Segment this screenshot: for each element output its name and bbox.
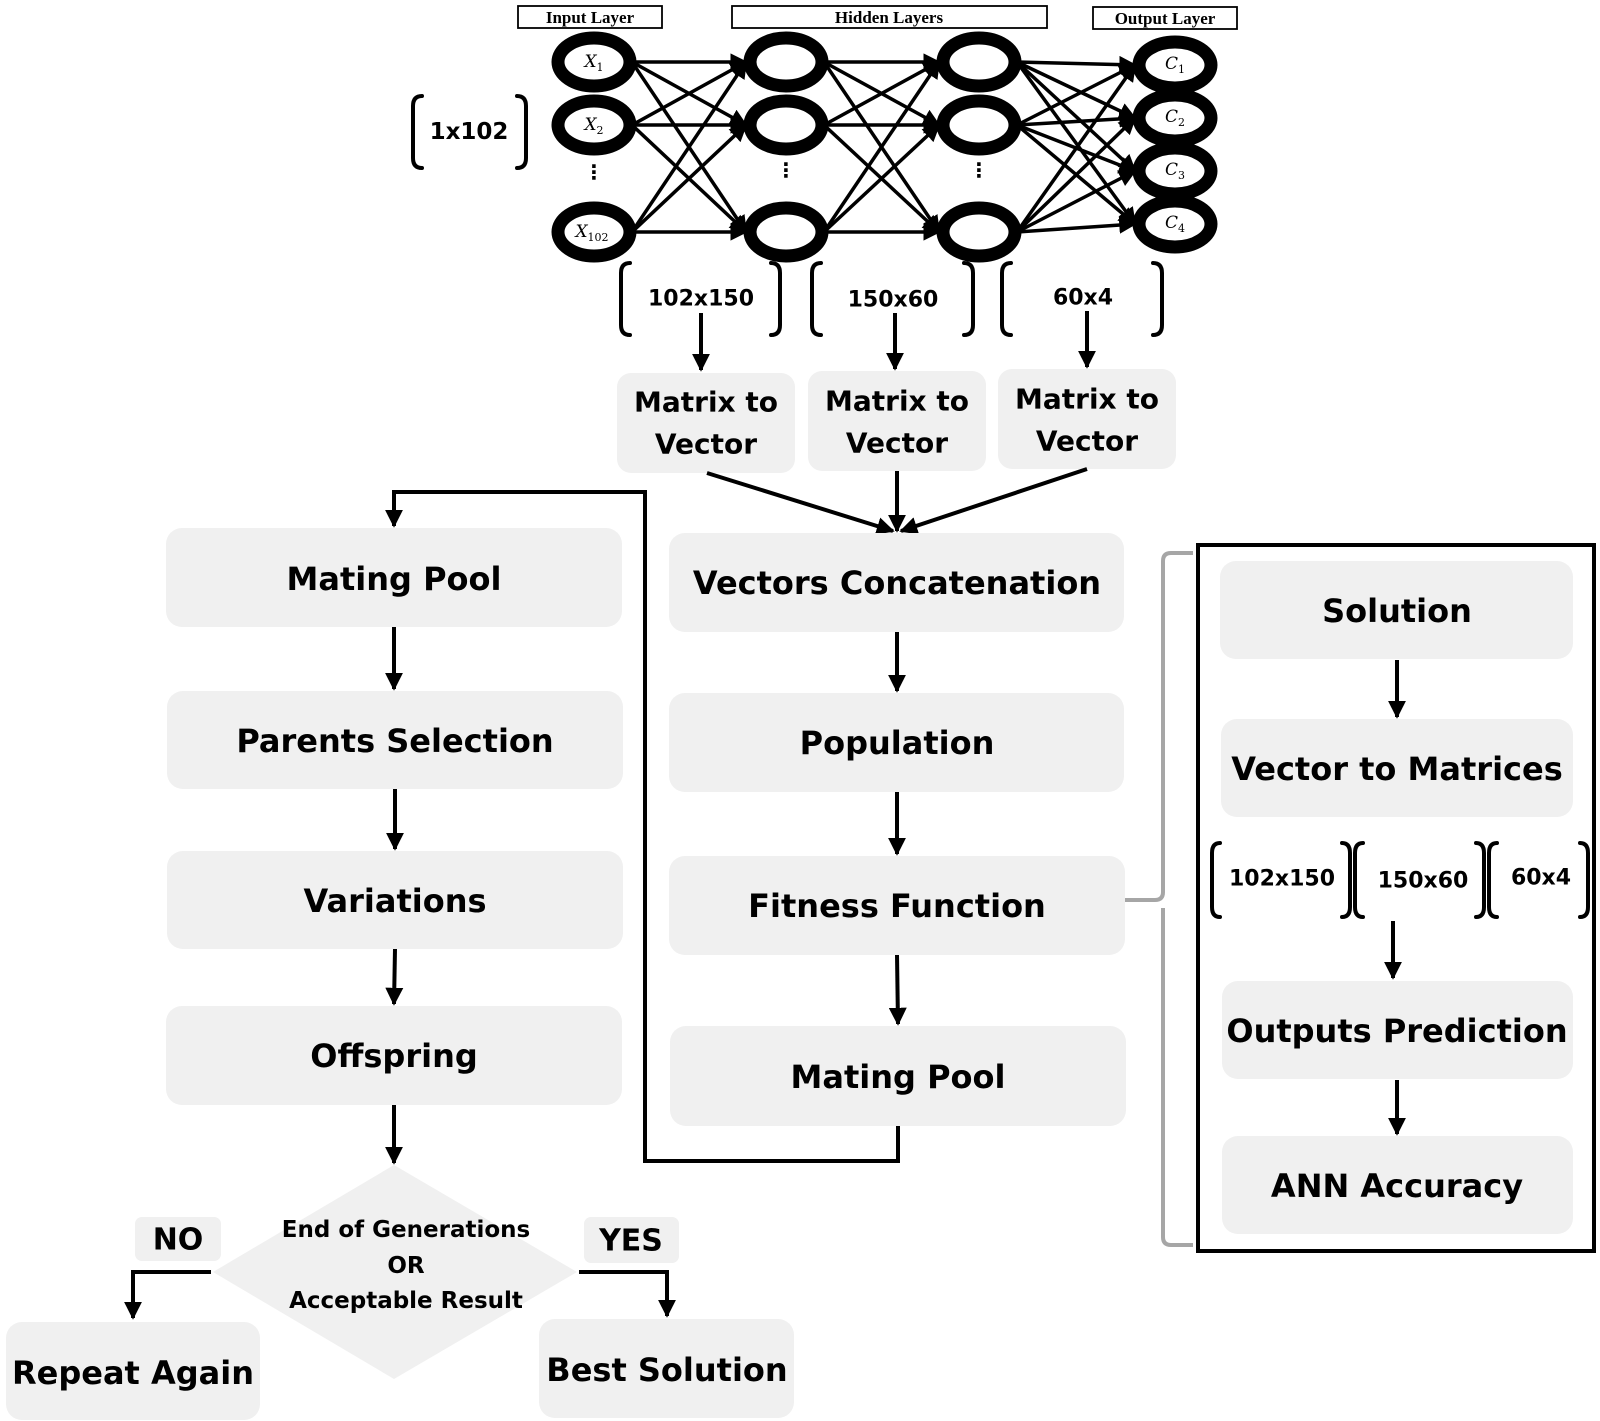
detail-dim-bracket: 102x150 [1210, 841, 1352, 919]
hidden-node [743, 94, 829, 156]
matrix-to-vector-box: Matrix to Vector [998, 369, 1176, 469]
best-solution-box: Best Solution [539, 1319, 794, 1418]
output-layer-label: Output Layer [1115, 9, 1216, 28]
no-branch-arrow [124, 1270, 211, 1320]
fitness-brace-top [1125, 551, 1193, 902]
svg-text:Matrix to: Matrix to [1015, 383, 1159, 416]
svg-text:Outputs Prediction: Outputs Prediction [1226, 1012, 1567, 1050]
input-layer-header: Input Layer [517, 5, 663, 29]
svg-text:102x150: 102x150 [1229, 867, 1335, 892]
svg-text:Vectors Concatenation: Vectors Concatenation [693, 564, 1101, 602]
hidden-node [743, 201, 829, 263]
weight-dim-label: 102x150 [648, 287, 754, 312]
input-dim-label: 1x102 [430, 119, 509, 145]
solution-box: Solution [1220, 561, 1573, 659]
arrow-converge [899, 467, 1088, 535]
svg-text:Population: Population [800, 724, 995, 762]
svg-text:Vector: Vector [846, 427, 948, 460]
population-box: Population [669, 693, 1124, 792]
svg-text:Vector: Vector [655, 428, 757, 461]
parents-selection-box: Parents Selection [167, 691, 623, 789]
svg-text:Fitness Function: Fitness Function [748, 887, 1046, 925]
input-dim-bracket: 1x102 [411, 94, 528, 170]
mating-pool-center-box: Mating Pool [670, 1026, 1126, 1126]
network-edge [1016, 216, 1137, 234]
input-layer-label: Input Layer [546, 8, 635, 27]
svg-text:End of Generations: End of Generations [282, 1217, 530, 1243]
fitness-function-box: Fitness Function [669, 856, 1125, 955]
input-ellipsis: ⋮ [584, 160, 604, 184]
svg-text:Acceptable Result: Acceptable Result [289, 1288, 523, 1314]
outputs-prediction-box: Outputs Prediction [1222, 981, 1573, 1079]
input-layer: X1 X2 ⋮ X102 [551, 31, 637, 263]
detail-dim-bracket: 150x60 [1353, 841, 1486, 919]
vectors-concatenation-box: Vectors Concatenation [669, 533, 1124, 632]
svg-text:Mating Pool: Mating Pool [791, 1058, 1006, 1096]
svg-text:Matrix to: Matrix to [634, 386, 778, 419]
hidden-node [936, 201, 1022, 263]
output-layer-header: Output Layer [1092, 6, 1238, 30]
ann-accuracy-box: ANN Accuracy [1222, 1136, 1573, 1234]
weight-dim-label: 60x4 [1053, 286, 1113, 311]
svg-text:Parents Selection: Parents Selection [236, 722, 553, 760]
svg-text:Best Solution: Best Solution [546, 1351, 787, 1389]
yes-branch-arrow [579, 1270, 676, 1318]
svg-text:60x4: 60x4 [1511, 866, 1571, 891]
offspring-box: Offspring [166, 1006, 622, 1105]
hidden-layers-label: Hidden Layers [835, 8, 944, 27]
hidden-ellipsis: ⋮ [776, 158, 796, 182]
fitness-brace-bottom [1161, 908, 1193, 1247]
svg-text:YES: YES [598, 1224, 663, 1259]
svg-text:Vector: Vector [1036, 425, 1138, 458]
svg-text:Matrix to: Matrix to [825, 385, 969, 418]
svg-text:Repeat Again: Repeat Again [12, 1354, 254, 1392]
hidden-node [743, 31, 829, 93]
variations-box: Variations [167, 851, 623, 949]
network-edge [1016, 110, 1137, 128]
output-layer: C1 C2 C3 C4 [1132, 35, 1218, 254]
matrix-to-vector-box: Matrix to Vector [808, 371, 986, 471]
svg-text:Mating Pool: Mating Pool [287, 560, 502, 598]
svg-text:Solution: Solution [1322, 592, 1472, 630]
hidden-ellipsis: ⋮ [969, 158, 989, 182]
mating-pool-box: Mating Pool [166, 528, 622, 627]
arrow-down [385, 948, 404, 1006]
arrow-down [888, 954, 907, 1026]
svg-text:Offspring: Offspring [310, 1037, 478, 1075]
arrow-converge [706, 471, 895, 535]
ga-ann-diagram: Input Layer Hidden Layers Output Layer X… [6, 5, 1596, 1420]
svg-text:OR: OR [387, 1253, 425, 1279]
hidden-layer-2: ⋮ [936, 31, 1022, 263]
vector-to-matrices-box: Vector to Matrices [1221, 719, 1573, 817]
weight-dim-bracket: 60x4 [1000, 261, 1164, 337]
weight-dim-label: 150x60 [848, 288, 939, 313]
yes-label: YES [584, 1217, 679, 1263]
no-label: NO [135, 1217, 221, 1261]
network-edge [1015, 116, 1137, 234]
hidden-layer-1: ⋮ [743, 31, 829, 263]
detail-dim-bracket: 60x4 [1487, 841, 1590, 919]
matrix-to-vector-box: Matrix to Vector [617, 373, 795, 473]
network-edge [1016, 55, 1137, 74]
svg-text:150x60: 150x60 [1378, 869, 1469, 894]
network-edges [630, 53, 1137, 241]
svg-text:NO: NO [153, 1223, 204, 1258]
decision-diamond: End of Generations OR Acceptable Result [213, 1165, 577, 1379]
hidden-node [936, 31, 1022, 93]
svg-text:Variations: Variations [303, 882, 486, 920]
svg-text:ANN Accuracy: ANN Accuracy [1271, 1167, 1523, 1205]
weight-dim-bracket: 150x60 [810, 261, 975, 337]
svg-text:Vector to Matrices: Vector to Matrices [1231, 750, 1563, 788]
repeat-again-box: Repeat Again [6, 1322, 260, 1420]
hidden-layers-header: Hidden Layers [731, 5, 1048, 29]
hidden-node [936, 94, 1022, 156]
